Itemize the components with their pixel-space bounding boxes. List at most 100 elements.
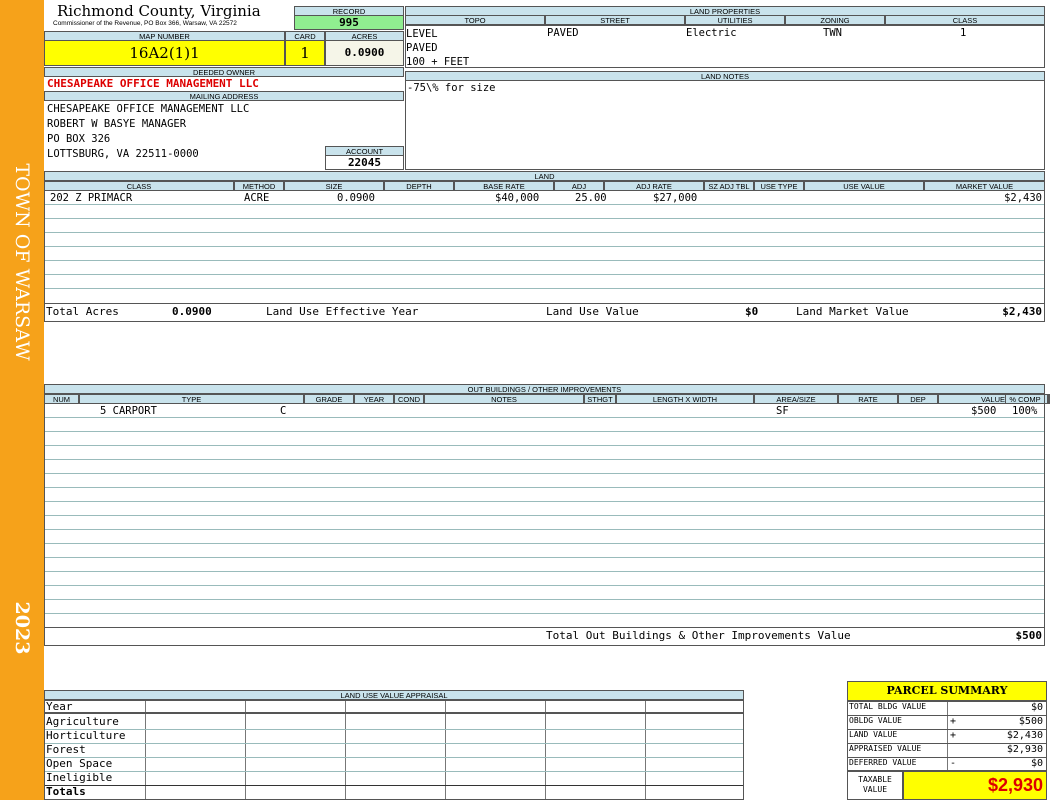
mailing-address-label: MAILING ADDRESS — [44, 91, 404, 101]
land-col-size: SIZE — [284, 181, 384, 191]
parcel-summary-rows: TOTAL BLDG VALUE $0 OBLDG VALUE + $500 L… — [849, 702, 1045, 772]
account-number: 22045 — [325, 155, 404, 170]
ob-col-num: NUM — [44, 394, 79, 404]
deeded-owner-label: DEEDED OWNER — [44, 67, 404, 77]
taxable-value: $2,930 — [903, 771, 1047, 800]
total-acres-label: Total Acres — [46, 305, 119, 318]
topo-header: TOPO — [405, 15, 545, 25]
utilities-value: Electric — [686, 27, 737, 39]
land-use-row-agriculture: Agriculture — [46, 715, 119, 728]
land-market-value: $2,430 — [1002, 305, 1042, 318]
street-value: PAVED — [547, 27, 579, 39]
summary-row-value: $0 — [1030, 758, 1043, 769]
ob-col-notes: NOTES — [424, 394, 584, 404]
ob-row-type: 5 CARPORT — [100, 405, 157, 417]
ob-col-length-width: LENGTH X WIDTH — [616, 394, 754, 404]
summary-row-sign: + — [950, 716, 957, 727]
map-number: 16A2(1)1 — [44, 40, 285, 66]
land-use-value-label: Land Use Value — [546, 305, 639, 318]
parcel-summary-title: PARCEL SUMMARY — [847, 681, 1047, 701]
summary-row: LAND VALUE + $2,430 — [849, 730, 1045, 744]
land-col-adj: ADJ — [554, 181, 604, 191]
mailing-line: ROBERT W BASYE MANAGER — [47, 118, 187, 130]
land-table-body — [44, 191, 1045, 304]
land-use-label: LAND USE VALUE APPRAISAL — [44, 690, 744, 700]
summary-row-value: $2,930 — [1006, 744, 1043, 755]
summary-row-sign: + — [950, 730, 957, 741]
land-row-market-value: $2,430 — [1004, 192, 1042, 204]
utilities-header: UTILITIES — [685, 15, 785, 25]
total-acres-value: 0.0900 — [172, 305, 212, 318]
mailing-line: CHESAPEAKE OFFICE MANAGEMENT LLC — [47, 103, 250, 115]
land-row-adj: 25.00 — [575, 192, 607, 204]
summary-row: DEFERRED VALUE - $0 — [849, 758, 1045, 772]
summary-row-sign: - — [950, 758, 957, 769]
zoning-header: ZONING — [785, 15, 885, 25]
land-col-use-value: USE VALUE — [804, 181, 924, 191]
land-col-base-rate: BASE RATE — [454, 181, 554, 191]
summary-row-value: $0 — [1030, 702, 1043, 713]
town-name: TOWN OF WARSAW — [11, 163, 33, 361]
summary-row-value: $2,430 — [1006, 730, 1043, 741]
sidebar: TOWN OF WARSAW 2023 — [0, 0, 44, 800]
topo-value: LEVEL — [406, 28, 438, 40]
land-use-row-ineligible: Ineligible — [46, 771, 113, 784]
land-col-method: METHOD — [234, 181, 284, 191]
ob-row-area: SF — [776, 405, 789, 417]
land-col-adj-rate: ADJ RATE — [604, 181, 704, 191]
zoning-value: TWN — [823, 27, 842, 39]
land-row-adj-rate: $27,000 — [653, 192, 698, 204]
land-use-value: $0 — [745, 305, 759, 318]
class-header: CLASS — [885, 15, 1045, 25]
county-title: Richmond County, Virginia — [57, 2, 261, 20]
mailing-address: CHESAPEAKE OFFICE MANAGEMENT LLC ROBERT … — [47, 102, 249, 162]
taxable-value-label: TAXABLE VALUE — [847, 771, 903, 800]
land-market-value-label: Land Market Value — [796, 305, 909, 318]
land-use-row-year: Year — [46, 700, 73, 713]
deeded-owner: CHESAPEAKE OFFICE MANAGEMENT LLC — [47, 77, 259, 90]
topo-values: LEVEL PAVED 100 + FEET — [406, 27, 469, 69]
mailing-line: PO BOX 326 — [47, 133, 111, 145]
land-use-row-totals: Totals — [46, 785, 86, 798]
tax-year: 2023 — [11, 601, 33, 655]
summary-row-label: LAND VALUE — [849, 730, 898, 739]
outbuildings-total-label: Total Out Buildings & Other Improvements… — [546, 629, 851, 642]
summary-row-label: APPRAISED VALUE — [849, 744, 922, 753]
land-col-depth: DEPTH — [384, 181, 454, 191]
ob-col-year: YEAR — [354, 394, 394, 404]
land-col-market-value: MARKET VALUE — [924, 181, 1045, 191]
outbuildings-total-row — [44, 627, 1045, 646]
class-value: 1 — [960, 27, 967, 39]
topo-value: 100 + FEET — [406, 56, 470, 68]
summary-row-label: OBLDG VALUE — [849, 716, 902, 725]
summary-row: APPRAISED VALUE $2,930 — [849, 744, 1045, 758]
land-use-row-open-space: Open Space — [46, 757, 113, 770]
land-col-use-type: USE TYPE — [754, 181, 804, 191]
ob-col-dep: DEP — [898, 394, 938, 404]
land-row-base-rate: $40,000 — [495, 192, 540, 204]
summary-row-label: TOTAL BLDG VALUE — [849, 702, 927, 711]
ob-col-grade: GRADE — [304, 394, 354, 404]
summary-row-value: $500 — [1018, 716, 1043, 727]
land-header: CLASS METHOD SIZE DEPTH BASE RATE ADJ AD… — [44, 181, 1045, 191]
summary-row: OBLDG VALUE + $500 — [849, 716, 1045, 730]
summary-row: TOTAL BLDG VALUE $0 — [849, 702, 1045, 716]
land-col-sz-adj: SZ ADJ TBL — [704, 181, 754, 191]
land-notes-text: -75\% for size — [407, 82, 496, 94]
land-use-row-horticulture: Horticulture — [46, 729, 126, 742]
ob-col-comp: % COMP — [1005, 394, 1045, 404]
street-header: STREET — [545, 15, 685, 25]
summary-row-label: DEFERRED VALUE — [849, 758, 917, 767]
ob-col-cond: COND — [394, 394, 424, 404]
land-row-method: ACRE — [244, 192, 270, 204]
acres-value: 0.0900 — [325, 40, 404, 66]
ob-row-grade: C — [280, 405, 287, 417]
land-use-year-label: Land Use Effective Year — [266, 305, 419, 318]
land-notes-body — [405, 80, 1045, 170]
outbuildings-header: NUM TYPE GRADE YEAR COND NOTES STHGT LEN… — [44, 394, 1050, 404]
ob-row-value: $500 — [971, 405, 997, 417]
land-row-class: 202 Z PRIMACR — [50, 192, 133, 204]
topo-value: PAVED — [406, 42, 438, 54]
record-number: 995 — [294, 15, 404, 30]
ob-col-sthgt: STHGT — [584, 394, 616, 404]
